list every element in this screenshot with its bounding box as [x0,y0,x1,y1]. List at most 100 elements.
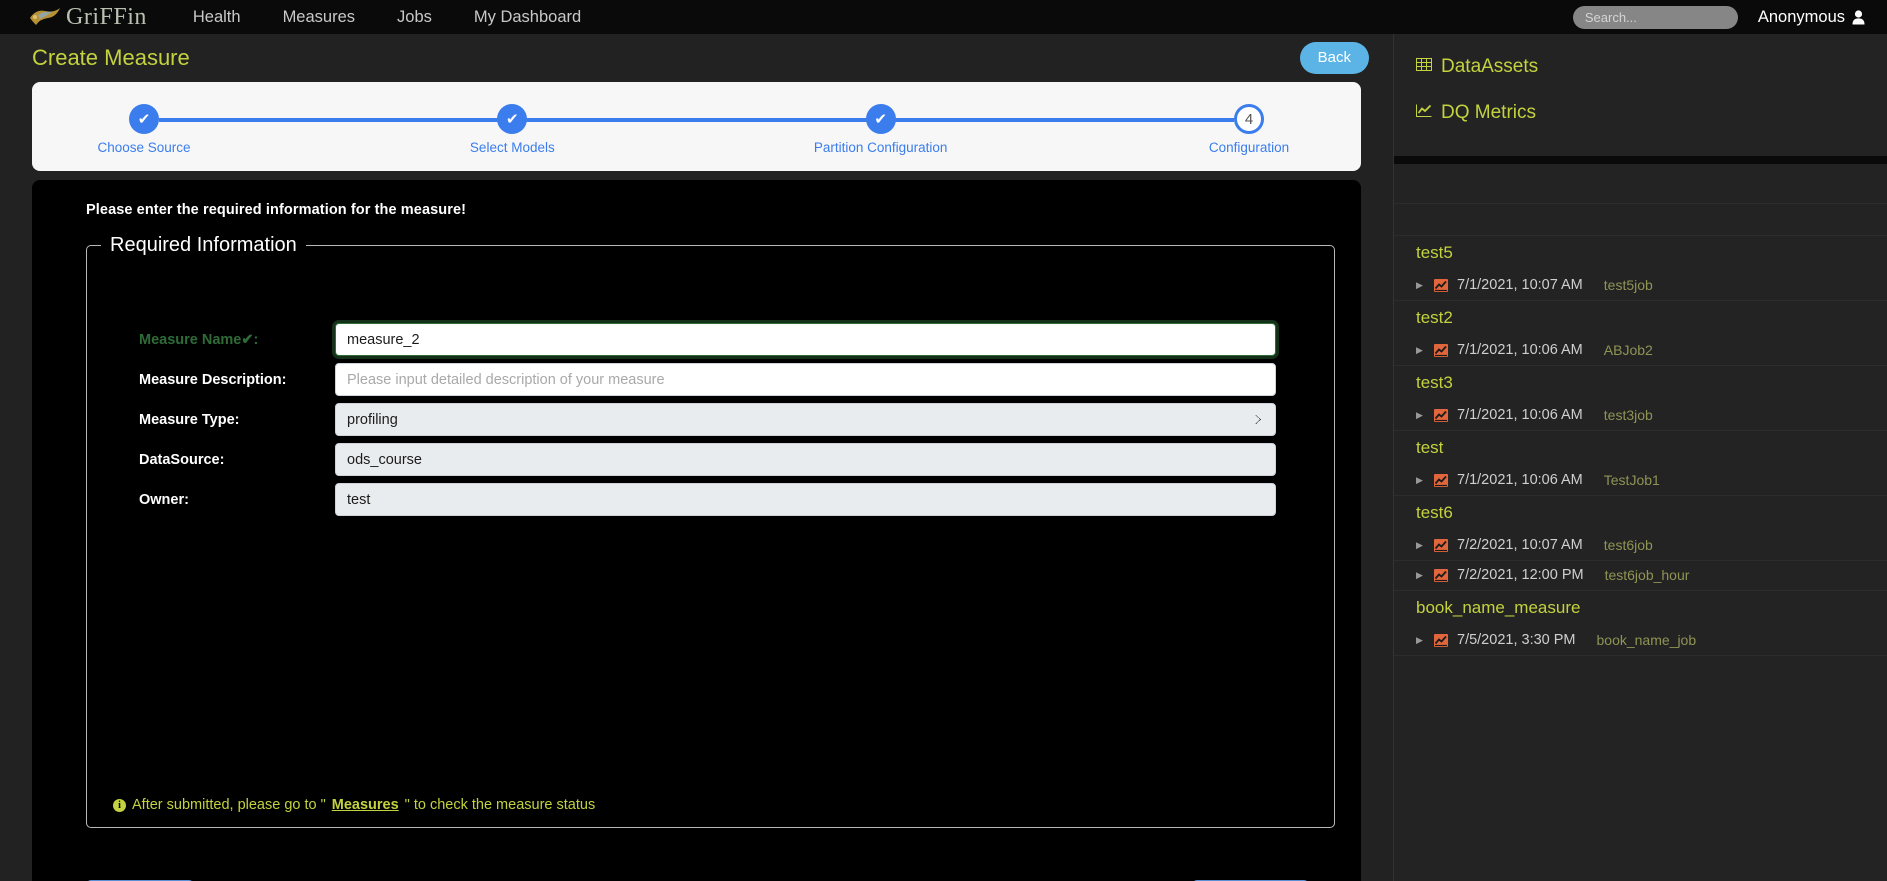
submit-note: i After submitted, please go to " Measure… [113,797,595,813]
job-row[interactable]: ▶ 7/5/2021, 3:30 PM book_name_job [1394,626,1887,656]
job-chart-icon [1434,278,1448,292]
sidebar-item-label: DQ Metrics [1441,102,1536,123]
search-input[interactable] [1572,5,1738,29]
job-row[interactable]: ▶ 7/1/2021, 10:06 AM test3job [1394,401,1887,431]
datasource-label: DataSource: [139,451,225,468]
job-name: ABJob2 [1603,342,1653,358]
job-chart-icon [1434,633,1448,647]
job-row[interactable]: ▶ 7/1/2021, 10:06 AM ABJob2 [1394,336,1887,366]
user-menu[interactable]: Anonymous [1758,8,1869,27]
row-measure-name: Measure Name✔: [139,323,1276,356]
owner-input[interactable] [335,483,1276,516]
job-row[interactable]: ▶ 7/2/2021, 10:07 AM test6job [1394,531,1887,561]
chevron-right-icon[interactable]: ▶ [1416,410,1425,420]
chevron-right-icon[interactable]: ▶ [1416,475,1425,485]
step-marker: ✔ [865,104,896,134]
step-label: Choose Source [97,140,191,155]
nav-link-health[interactable]: Health [193,8,241,27]
nav-links: Health Measures Jobs My Dashboard [193,8,581,27]
nav-link-jobs[interactable]: Jobs [397,8,432,27]
page-title: Create Measure [32,45,190,70]
griffin-logo-icon [28,5,62,29]
row-owner: Owner: [139,483,1276,516]
datasource-input[interactable] [335,443,1276,476]
job-name: test6job [1603,537,1653,553]
job-row[interactable]: ▶ 7/1/2021, 10:07 AM test5job [1394,271,1887,301]
sidebar-separator [1394,156,1887,164]
job-timestamp: 7/1/2021, 10:06 AM [1457,342,1583,358]
nav-link-measures[interactable]: Measures [283,8,355,27]
main-column: Create Measure Back ✔ Choose Source ✔ Se… [0,34,1393,881]
owner-label: Owner: [139,491,189,508]
job-timestamp: 7/1/2021, 10:06 AM [1457,407,1583,423]
user-name: Anonymous [1757,7,1845,26]
back-button-top[interactable]: Back [1299,42,1369,74]
measure-name-label-text: Measure Name [139,331,242,348]
form-rows: Measure Name✔: Measure Description: Meas… [87,283,1334,516]
job-name: test3job [1603,407,1653,423]
sidebar-item-label: DataAssets [1441,56,1539,77]
chevron-right-icon[interactable]: ▶ [1416,635,1425,645]
job-chart-icon [1434,343,1448,357]
brand-name: GriFFin [66,3,147,30]
step-label: Select Models [469,140,555,155]
top-navbar: GriFFin Health Measures Jobs My Dashboar… [0,0,1887,34]
measure-group-title[interactable]: test5 [1394,236,1887,271]
measure-group-title[interactable]: test3 [1394,366,1887,401]
job-chart-icon [1434,568,1448,582]
note-prefix: After submitted, please go to " [132,797,326,813]
note-suffix: " to check the measure status [404,797,596,813]
form-footer: ◀ Back Submit [32,874,1361,881]
table-icon [1416,56,1432,78]
job-chart-icon [1434,473,1448,487]
measure-type-select[interactable]: profiling [335,403,1276,436]
job-chart-icon [1434,408,1448,422]
required-information-fieldset: Required Information Measure Name✔: Meas… [86,234,1335,828]
job-row[interactable]: ▶ 7/2/2021, 12:00 PM test6job_hour [1394,561,1887,591]
job-row[interactable]: ▶ 7/1/2021, 10:06 AM TestJob1 [1394,466,1887,496]
measure-group-title[interactable]: test2 [1394,301,1887,336]
step-marker: 4 [1233,104,1264,134]
chevron-right-icon[interactable]: ▶ [1416,280,1425,290]
nav-link-my-dashboard[interactable]: My Dashboard [474,8,581,27]
measure-group-title[interactable]: book_name_measure [1394,591,1887,626]
chevron-right-icon[interactable]: ▶ [1416,570,1425,580]
job-timestamp: 7/2/2021, 12:00 PM [1457,567,1584,583]
right-sidebar: DataAssets DQ Metrics test5 ▶ 7/1/2021, 10… [1393,34,1887,881]
sidebar-item-dataassets[interactable]: DataAssets [1416,56,1887,78]
row-datasource: DataSource: [139,443,1276,476]
chevron-right-icon[interactable]: ▶ [1416,345,1425,355]
job-name: book_name_job [1596,632,1697,648]
measure-name-input[interactable] [335,323,1276,356]
measure-group-title[interactable]: test [1394,431,1887,466]
step-marker: ✔ [497,104,528,134]
info-icon: i [113,798,126,812]
brand-logo-area[interactable]: GriFFin [18,4,147,31]
chart-line-icon [1416,102,1432,124]
job-timestamp: 7/1/2021, 10:07 AM [1457,277,1583,293]
step-label: Configuration [1208,140,1290,155]
sidebar-spacer-top [1394,164,1887,204]
sidebar-nav: DataAssets DQ Metrics [1394,34,1887,156]
measure-name-label-colon: : [253,331,259,348]
job-name: TestJob1 [1603,472,1660,488]
user-avatar-icon [1852,9,1865,25]
job-timestamp: 7/1/2021, 10:06 AM [1457,472,1583,488]
sidebar-item-dq-metrics[interactable]: DQ Metrics [1416,102,1887,124]
sidebar-spacer-second [1394,204,1887,236]
page-header: Create Measure Back [0,34,1393,82]
measure-job-list: test5 ▶ 7/1/2021, 10:07 AM test5job test2 ▶ 7/… [1394,236,1887,656]
stepper-card: ✔ Choose Source ✔ Select Models ✔ Partit… [32,82,1361,171]
fieldset-legend: Required Information [110,234,297,256]
chevron-right-icon[interactable]: ▶ [1416,540,1425,550]
measure-group-title[interactable]: test6 [1394,496,1887,531]
measure-type-label: Measure Type: [139,411,240,428]
job-chart-icon [1434,538,1448,552]
job-name: test6job_hour [1604,567,1690,583]
measure-description-input[interactable] [335,363,1276,396]
stepper-progress-line [159,118,1234,122]
navbar-right: Anonymous [1572,0,1869,34]
measures-link[interactable]: Measures [332,797,399,813]
step-marker: ✔ [129,104,159,134]
job-timestamp: 7/5/2021, 3:30 PM [1457,632,1576,648]
